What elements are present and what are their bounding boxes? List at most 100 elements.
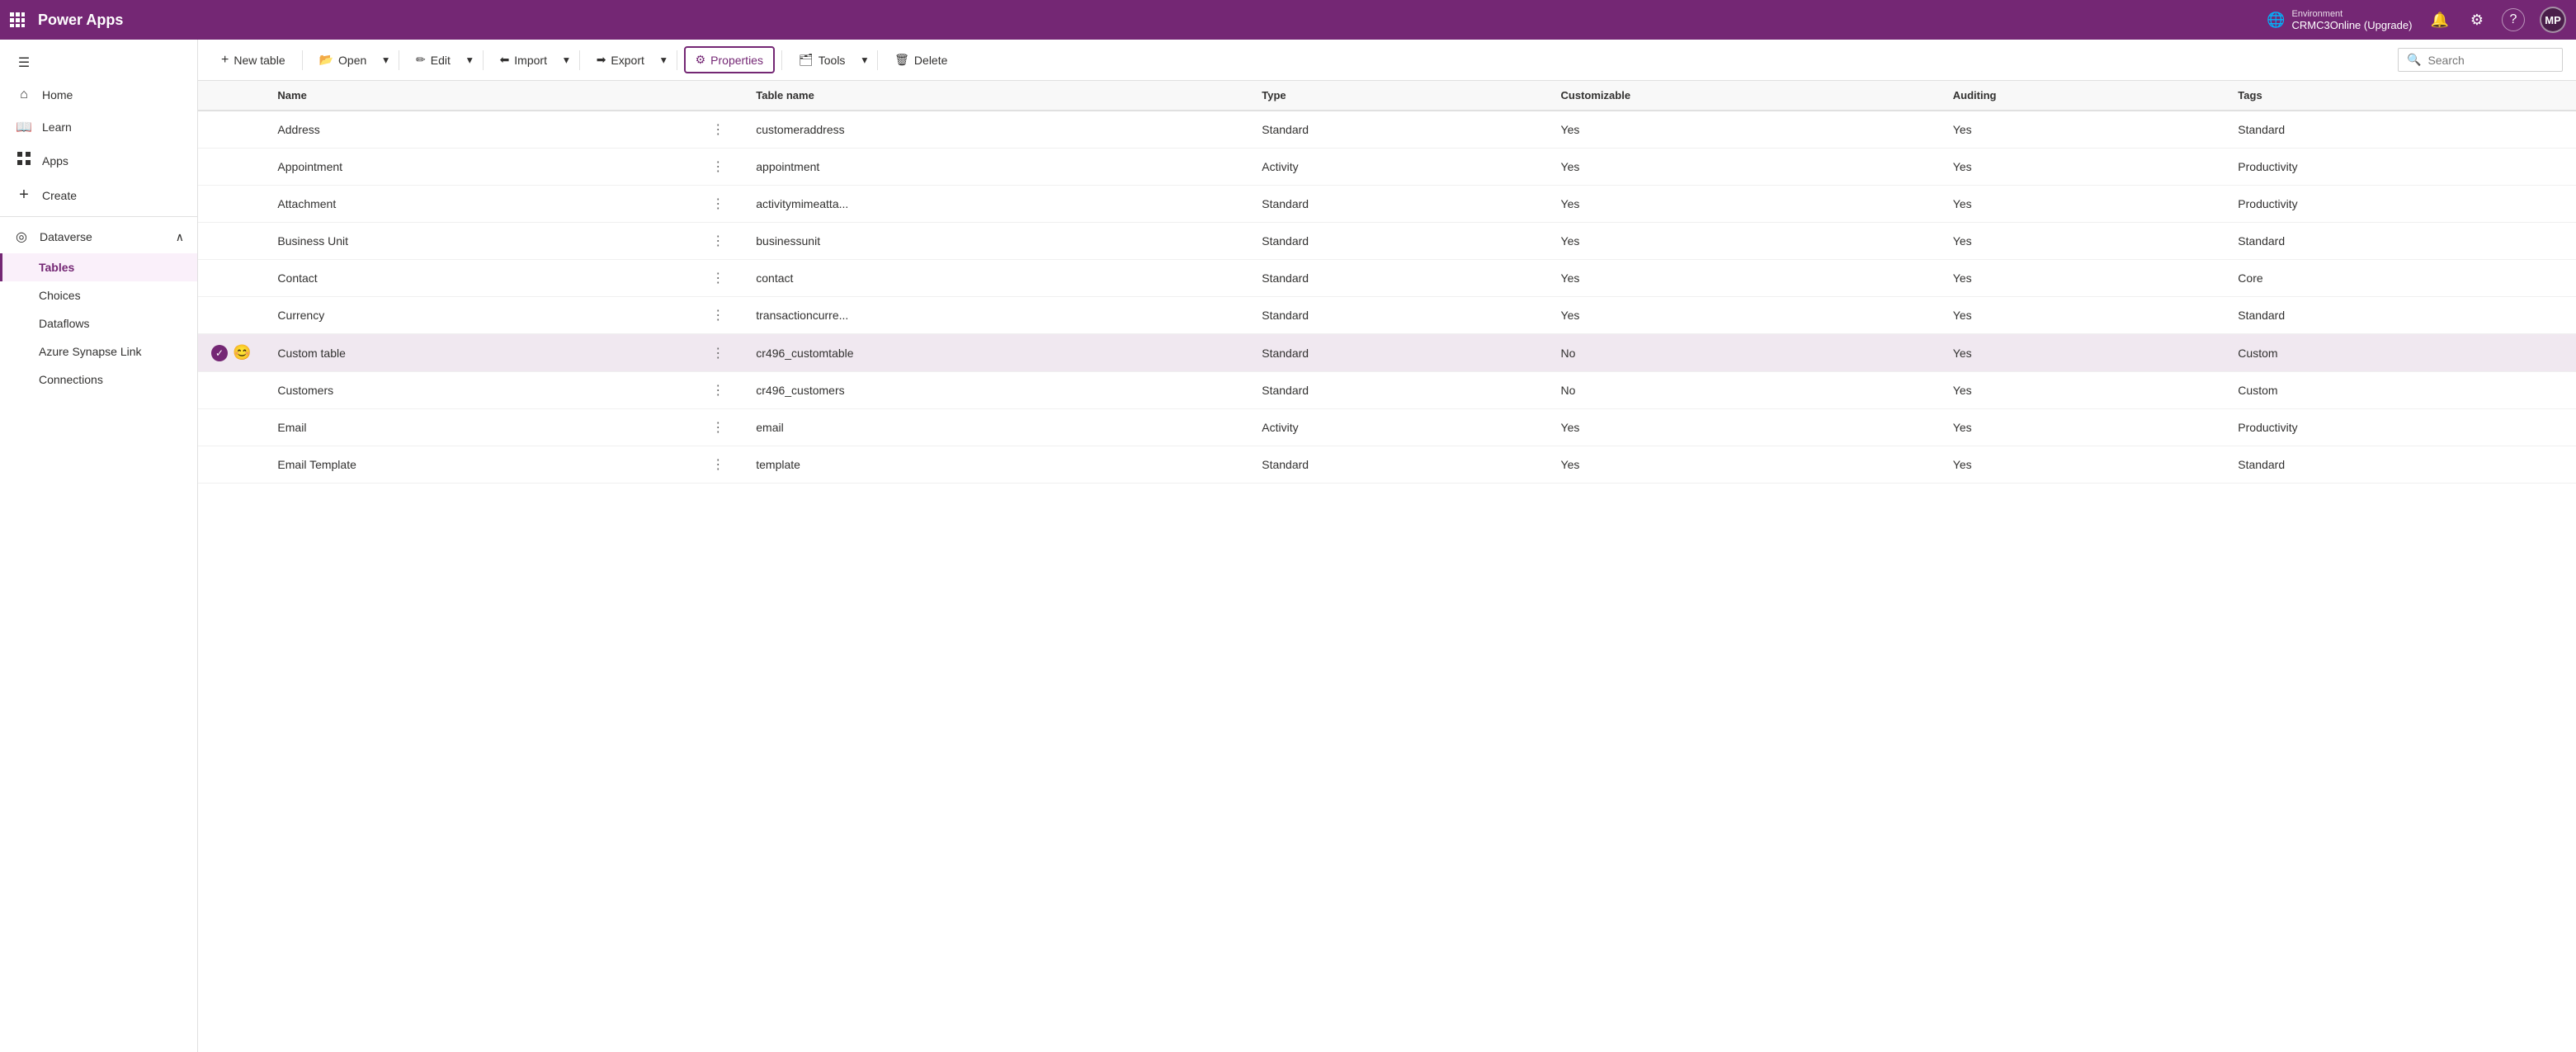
tables-list: Name Table name Type Customizable Auditi…: [198, 81, 2576, 1052]
sidebar-item-dataflows[interactable]: Dataflows: [0, 309, 197, 337]
dots-icon[interactable]: ⋮: [706, 196, 729, 213]
data-table: Name Table name Type Customizable Auditi…: [198, 81, 2576, 484]
table-row: Business Unit⋮businessunitStandardYesYes…: [198, 223, 2576, 260]
export-icon: ➡: [597, 53, 606, 67]
dataverse-chevron-icon: ∧: [176, 230, 184, 244]
properties-button[interactable]: ⚙ Properties: [684, 46, 775, 73]
sidebar-item-connections[interactable]: Connections: [0, 366, 197, 394]
notifications-button[interactable]: 🔔: [2427, 8, 2451, 32]
dots-icon[interactable]: ⋮: [706, 456, 729, 474]
row-actions-cell: [198, 186, 264, 223]
row-dots-menu[interactable]: ⋮: [693, 149, 743, 186]
dots-icon[interactable]: ⋮: [706, 233, 729, 250]
tools-chevron-button[interactable]: ▾: [858, 49, 870, 72]
dataverse-section-header[interactable]: ◎ Dataverse ∧: [0, 220, 197, 253]
main-content: + New table 📂 Open ▾ ✏ Edit ▾ ⬅ Impo: [198, 40, 2576, 1052]
row-dots-menu[interactable]: ⋮: [693, 223, 743, 260]
row-customizable: Yes: [1548, 260, 1940, 297]
row-dots-menu[interactable]: ⋮: [693, 297, 743, 334]
open-chevron-button[interactable]: ▾: [380, 49, 392, 72]
row-actions-cell: [198, 297, 264, 334]
import-chevron-button[interactable]: ▾: [560, 49, 573, 72]
env-name: CRMC3Online (Upgrade): [2291, 19, 2412, 31]
row-auditing: Yes: [1940, 372, 2225, 409]
settings-button[interactable]: ⚙: [2467, 8, 2487, 32]
row-dots-menu[interactable]: ⋮: [693, 111, 743, 149]
avatar[interactable]: MP: [2540, 7, 2566, 33]
help-button[interactable]: ?: [2502, 8, 2525, 31]
dataverse-icon: ◎: [13, 229, 30, 245]
edit-label: Edit: [431, 54, 451, 67]
sidebar-item-tables[interactable]: Tables: [0, 253, 197, 281]
row-check[interactable]: ✓: [211, 345, 228, 361]
topbar: Power Apps 🌐 Environment CRMC3Online (Up…: [0, 0, 2576, 40]
row-type: Standard: [1248, 334, 1547, 372]
row-name: Contact: [264, 260, 693, 297]
table-row: Currency⋮transactioncurre...StandardYesY…: [198, 297, 2576, 334]
row-customizable: Yes: [1548, 409, 1940, 446]
row-dots-menu[interactable]: ⋮: [693, 409, 743, 446]
dots-icon[interactable]: ⋮: [706, 270, 729, 287]
delete-label: Delete: [914, 54, 947, 67]
create-icon: +: [16, 186, 32, 205]
dots-icon[interactable]: ⋮: [706, 158, 729, 176]
dots-icon[interactable]: ⋮: [706, 345, 729, 362]
row-tags: Standard: [2225, 223, 2576, 260]
sidebar-item-apps[interactable]: Apps: [0, 144, 197, 177]
import-icon: ⬅: [500, 53, 510, 67]
row-actions-cell: ✓ 😊: [198, 334, 264, 372]
delete-button[interactable]: 🗑 Delete: [885, 48, 957, 72]
row-dots-menu[interactable]: ⋮: [693, 334, 743, 372]
sidebar-item-home[interactable]: ⌂ Home: [0, 79, 197, 111]
create-label: Create: [42, 189, 77, 202]
dots-icon[interactable]: ⋮: [706, 419, 729, 436]
azure-synapse-label: Azure Synapse Link: [39, 345, 142, 358]
sidebar-item-choices[interactable]: Choices: [0, 281, 197, 309]
export-chevron-button[interactable]: ▾: [658, 49, 670, 72]
tools-button[interactable]: 🗂 Tools: [789, 48, 855, 72]
new-table-button[interactable]: + New table: [211, 48, 295, 73]
dataverse-label: Dataverse: [40, 230, 92, 243]
env-label: Environment: [2291, 9, 2412, 19]
dots-icon[interactable]: ⋮: [706, 307, 729, 324]
row-auditing: Yes: [1940, 111, 2225, 149]
tools-icon: 🗂: [799, 53, 814, 67]
row-tags: Custom: [2225, 372, 2576, 409]
learn-icon: 📖: [16, 119, 32, 135]
search-input[interactable]: [2427, 54, 2551, 67]
edit-chevron-button[interactable]: ▾: [464, 49, 476, 72]
row-actions-cell: [198, 446, 264, 484]
row-customizable: No: [1548, 372, 1940, 409]
row-customizable: Yes: [1548, 297, 1940, 334]
sidebar-item-learn[interactable]: 📖 Learn: [0, 111, 197, 144]
import-button[interactable]: ⬅ Import: [490, 48, 557, 72]
import-chevron-icon: ▾: [564, 54, 569, 67]
grid-icon[interactable]: [10, 12, 25, 27]
table-row: Contact⋮contactStandardYesYesCore: [198, 260, 2576, 297]
toolbar-divider-6: [781, 50, 782, 70]
sidebar-item-azure-synapse[interactable]: Azure Synapse Link: [0, 337, 197, 366]
export-button[interactable]: ➡ Export: [587, 48, 654, 72]
learn-label: Learn: [42, 120, 72, 134]
row-dots-menu[interactable]: ⋮: [693, 446, 743, 484]
open-button[interactable]: 📂 Open: [309, 48, 377, 72]
row-dots-menu[interactable]: ⋮: [693, 186, 743, 223]
tools-label: Tools: [819, 54, 846, 67]
dots-icon[interactable]: ⋮: [706, 382, 729, 399]
row-dots-menu[interactable]: ⋮: [693, 372, 743, 409]
row-type: Standard: [1248, 186, 1547, 223]
row-auditing: Yes: [1940, 149, 2225, 186]
row-dots-menu[interactable]: ⋮: [693, 260, 743, 297]
row-tags: Standard: [2225, 111, 2576, 149]
row-type: Activity: [1248, 149, 1547, 186]
toolbar-divider-3: [483, 50, 484, 70]
sidebar-item-create[interactable]: + Create: [0, 177, 197, 213]
sidebar-menu-toggle[interactable]: ☰: [0, 46, 197, 79]
row-customizable: Yes: [1548, 186, 1940, 223]
row-name: Custom table: [264, 334, 693, 372]
table-row: ✓ 😊 Custom table⋮cr496_customtableStanda…: [198, 334, 2576, 372]
dots-icon[interactable]: ⋮: [706, 121, 729, 139]
row-auditing: Yes: [1940, 186, 2225, 223]
tables-label: Tables: [39, 261, 74, 274]
edit-button[interactable]: ✏ Edit: [406, 48, 460, 72]
